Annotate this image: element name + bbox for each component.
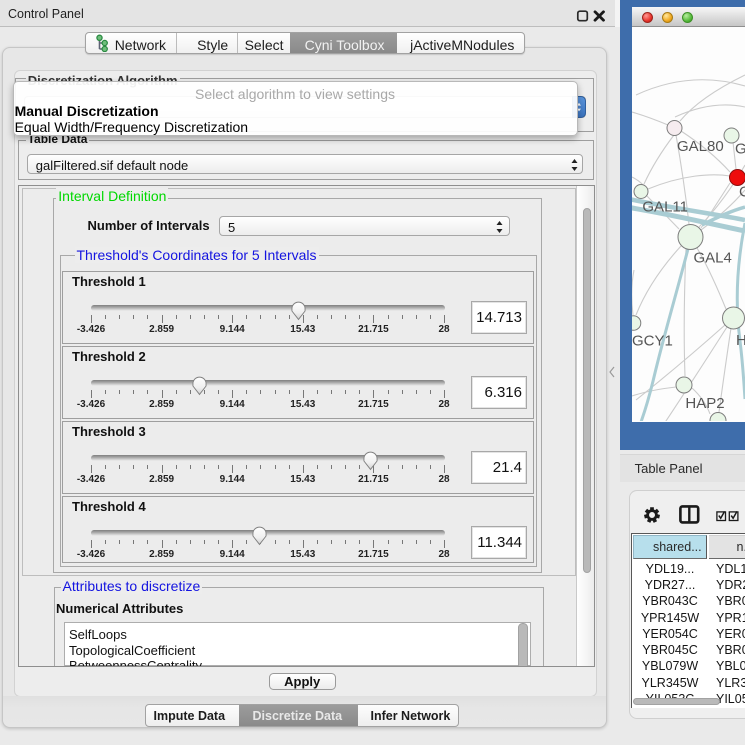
svg-text:HI: HI (736, 332, 745, 349)
svg-text:C: C (739, 184, 745, 201)
svg-text:GA: GA (735, 141, 745, 158)
svg-text:GAL80: GAL80 (677, 138, 724, 155)
svg-text:GAL11: GAL11 (642, 199, 688, 216)
svg-text:GCY1: GCY1 (632, 333, 673, 350)
svg-text:HAP2: HAP2 (685, 395, 724, 412)
svg-text:GAL4: GAL4 (694, 250, 732, 267)
